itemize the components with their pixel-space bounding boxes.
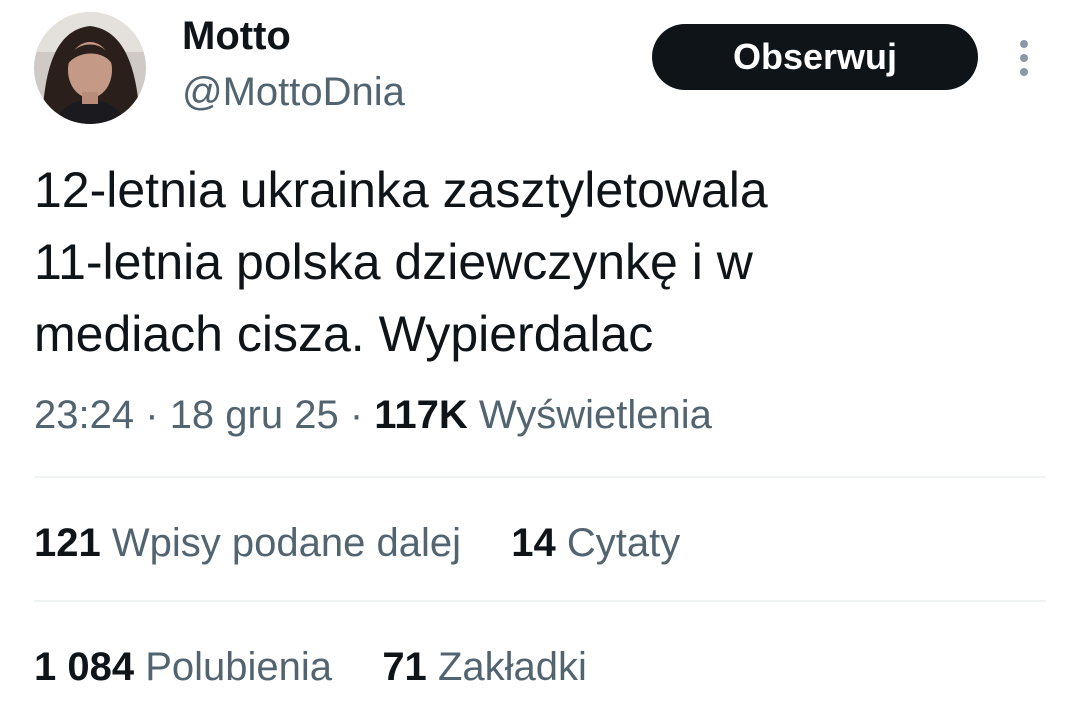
stats-row-shares: 121 Wpisy podane dalej 14 Cytaty <box>34 516 680 570</box>
quotes-count: 14 <box>511 521 556 565</box>
reposts-count: 121 <box>34 521 101 565</box>
meta-separator: · <box>145 393 159 437</box>
tweet-meta: 23:24 · 18 gru 25 · 117K Wyświetlenia <box>34 388 712 442</box>
bookmarks-count: 71 <box>382 645 427 689</box>
reposts-stat[interactable]: 121 Wpisy podane dalej <box>34 521 461 565</box>
tweet-date[interactable]: 18 gru 25 <box>170 393 339 437</box>
quotes-label: Cytaty <box>566 521 681 565</box>
views-count: 117K <box>374 393 468 437</box>
likes-stat[interactable]: 1 084 Polubienia <box>34 645 332 689</box>
follow-button[interactable]: Obserwuj <box>652 24 978 90</box>
likes-count: 1 084 <box>34 645 135 689</box>
bookmarks-label: Zakładki <box>437 645 587 689</box>
divider <box>34 600 1046 602</box>
profile-photo <box>34 12 146 124</box>
reposts-label: Wpisy podane dalej <box>111 521 461 565</box>
meta-separator: · <box>349 393 364 437</box>
vertical-ellipsis-icon[interactable] <box>1010 36 1038 80</box>
stats-row-engagement: 1 084 Polubienia 71 Zakładki <box>34 640 587 694</box>
tweet-text: 12-letnia ukrainka zasztyletowala 11-let… <box>34 162 768 362</box>
divider <box>34 476 1046 478</box>
views-label: Wyświetlenia <box>478 393 712 437</box>
quotes-stat[interactable]: 14 Cytaty <box>511 521 680 565</box>
bookmarks-stat[interactable]: 71 Zakładki <box>382 645 587 689</box>
avatar[interactable] <box>34 12 146 124</box>
author-handle[interactable]: @MottoDnia <box>182 68 405 116</box>
likes-label: Polubienia <box>145 645 333 689</box>
tweet-time[interactable]: 23:24 <box>34 393 134 437</box>
author-display-name[interactable]: Motto <box>182 12 291 60</box>
